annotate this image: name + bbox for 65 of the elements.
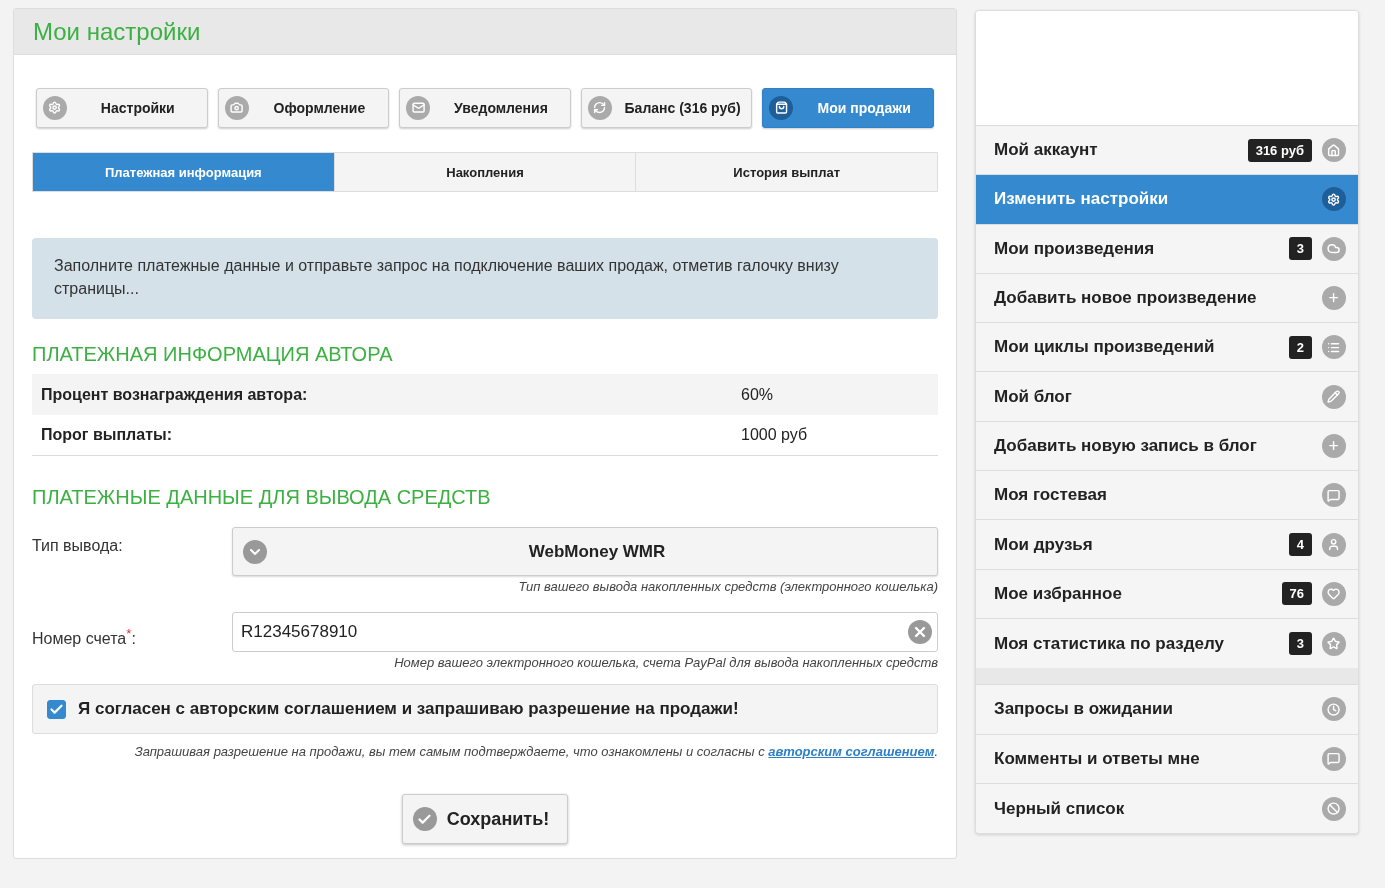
nav-button[interactable]: Баланс (316 руб) — [580, 88, 753, 128]
sidebar-item[interactable]: Мой блог — [976, 372, 1358, 422]
info-notice: Заполните платежные данные и отправьте запрос на подключение ваших продаж, отметив галочку внизу страницы... — [32, 238, 938, 319]
ban-icon — [1322, 796, 1346, 821]
settings-icon — [1322, 187, 1346, 212]
chat-icon — [1322, 483, 1346, 508]
disclaimer-text: Запрашивая разрешение на продажи, вы тем самым подтверждаете, что ознакомлены и согласны с авторским соглашением. — [133, 744, 938, 759]
nav-button[interactable]: Уведомления — [399, 88, 571, 128]
home-icon — [1322, 138, 1346, 163]
agreement-label: Я согласен с авторским соглашением и запрашиваю разрешение на продажи! — [78, 699, 739, 719]
list-icon — [1322, 335, 1346, 360]
tab[interactable]: Платежная информация — [33, 153, 335, 191]
chat-icon — [1322, 746, 1346, 771]
section-heading: ПЛАТЕЖНЫЕ ДАННЫЕ ДЛЯ ВЫВОДА СРЕДСТВ — [32, 486, 492, 509]
sidebar-item[interactable]: Добавить новую запись в блог — [976, 421, 1358, 472]
shopping-bag-icon — [769, 96, 794, 120]
payout-type-select[interactable]: WebMoney WMR — [232, 527, 938, 576]
sidebar-item[interactable]: Запросы в ожидании — [976, 685, 1358, 735]
plus-icon — [1322, 286, 1346, 311]
camera-icon — [224, 96, 249, 120]
user-icon — [1322, 532, 1346, 557]
clock-icon — [1322, 697, 1346, 722]
info-label: Порог выплаты: — [41, 426, 173, 444]
field-hint: Номер вашего электронного кошелька, счета PayPal для вывода накопленных средств — [394, 655, 938, 670]
sidebar-item[interactable]: Мой аккаунт 316 руб — [976, 126, 1358, 176]
nav-button[interactable]: Оформление — [217, 88, 390, 128]
chevron-down-icon — [243, 539, 267, 564]
agreement-checkbox[interactable] — [47, 699, 66, 719]
field-hint: Тип вашего вывода накопленных средств (электронного кошелька) — [518, 579, 938, 594]
check-icon — [412, 807, 437, 831]
nav-button[interactable]: Мои продажи — [762, 88, 934, 128]
info-value: 1000 руб — [741, 426, 808, 444]
sidebar-item[interactable]: Комменты и ответы мне — [976, 734, 1358, 784]
sidebar-item[interactable]: Добавить новое произведение — [976, 273, 1358, 324]
tab[interactable]: История выплат — [636, 153, 937, 191]
envelope-icon — [406, 96, 431, 120]
sidebar-item[interactable]: Моя гостевая — [976, 471, 1358, 521]
count-badge: 4 — [1288, 533, 1312, 556]
cloud-icon — [1322, 236, 1346, 261]
sidebar-item[interactable]: Мое избранное 76 — [976, 569, 1358, 619]
tab[interactable]: Накопления — [334, 153, 637, 191]
sidebar-item[interactable]: Мои произведения 3 — [976, 224, 1358, 274]
settings-icon — [43, 96, 67, 120]
info-label: Процент вознаграждения автора: — [41, 385, 309, 404]
count-badge: 3 — [1288, 237, 1312, 261]
sidebar-item[interactable]: Мои циклы произведений 2 — [976, 323, 1358, 373]
refresh-icon — [587, 96, 612, 120]
sidebar-item[interactable]: Мои друзья 4 — [976, 520, 1358, 570]
count-badge: 3 — [1288, 632, 1312, 656]
panel-title: Мои настройки — [14, 9, 956, 55]
save-button[interactable]: Сохранить! — [401, 794, 569, 844]
sidebar-item[interactable]: Черный список — [976, 783, 1358, 834]
nav-button[interactable]: Настройки — [36, 88, 208, 128]
plus-icon — [1322, 433, 1346, 458]
section-heading: ПЛАТЕЖНАЯ ИНФОРМАЦИЯ АВТОРА — [32, 343, 394, 366]
field-label: Номер счета$^{*}$: — [32, 625, 137, 649]
sidebar-item[interactable]: Изменить настройки — [976, 175, 1358, 225]
field-label: Тип вывода: — [32, 536, 124, 555]
count-badge: 2 — [1288, 335, 1312, 359]
count-badge: 76 — [1281, 582, 1312, 606]
pencil-icon — [1322, 384, 1346, 409]
count-badge: 316 руб — [1247, 138, 1312, 162]
sidebar-item[interactable]: Моя статистика по разделу 3 — [976, 618, 1358, 669]
info-value: 60% — [741, 385, 774, 404]
account-number-field[interactable]: R12345678910 — [232, 612, 938, 652]
